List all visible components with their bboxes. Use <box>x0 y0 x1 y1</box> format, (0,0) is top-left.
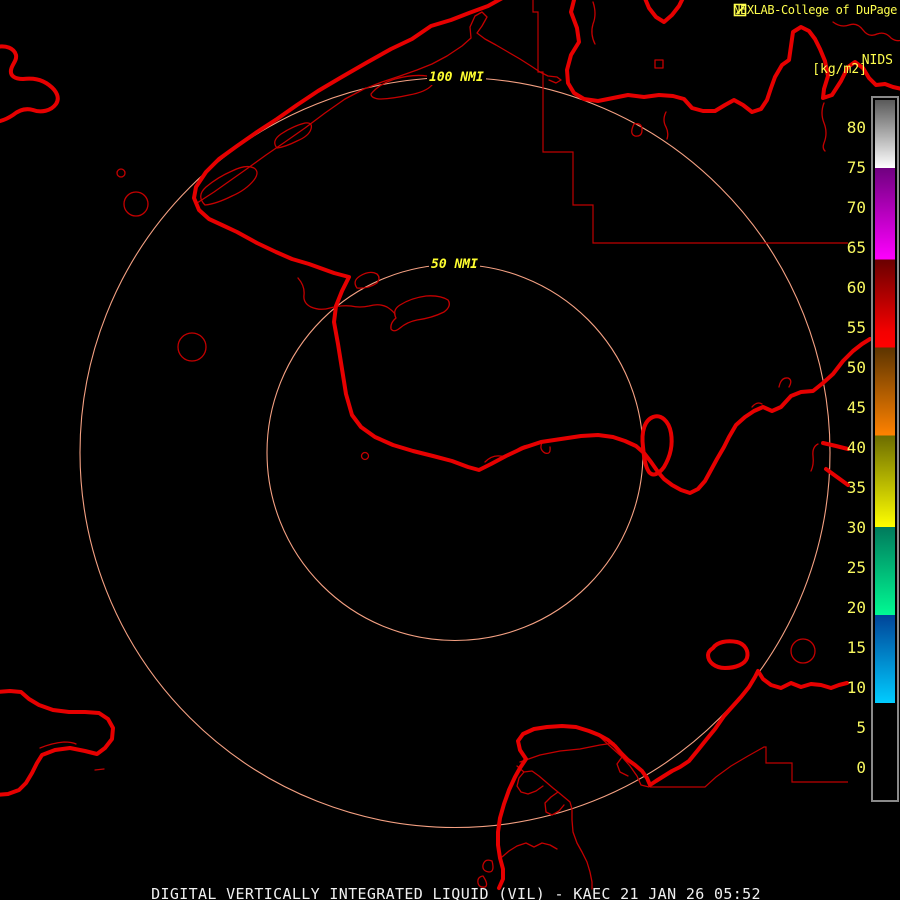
range-label-100nmi: 100 NMI <box>427 70 486 85</box>
range-ring-50nmi <box>266 263 644 642</box>
range-label-50nmi: 50 NMI <box>429 257 480 272</box>
radar-display: NEXLAB-College of DuPage NIDS [kg/m2] 80… <box>0 0 900 900</box>
colorbar-tick-40: 40 <box>846 438 866 457</box>
map-small-lake-3 <box>177 332 207 362</box>
colorbar-tick-10: 10 <box>846 678 866 697</box>
nexlab-logo-icon <box>733 3 747 17</box>
radar-map <box>0 0 900 890</box>
map-small-lake-4 <box>360 451 370 461</box>
colorbar-tick-25: 25 <box>846 558 866 577</box>
coast-southeast-islet <box>706 639 750 670</box>
status-bar: DIGITAL VERTICALLY INTEGRATED LIQUID (VI… <box>151 885 761 900</box>
map-small-lake-2 <box>123 191 149 217</box>
colorbar-tick-50: 50 <box>846 358 866 377</box>
colorbar-tick-55: 55 <box>846 318 866 337</box>
colorbar-tick-75: 75 <box>846 158 866 177</box>
colorbar-tick-65: 65 <box>846 238 866 257</box>
map-small-lake-5 <box>790 638 816 664</box>
page-title: NEXLAB-College of DuPage <box>733 3 897 17</box>
coast-claw <box>640 414 674 477</box>
map-small-lake-1 <box>116 168 126 178</box>
colorbar-tick-80: 80 <box>846 118 866 137</box>
colorbar-unit: [kg/m2] <box>812 62 867 77</box>
range-rings <box>79 76 831 829</box>
colorbar-tick-15: 15 <box>846 638 866 657</box>
coast-top-notch <box>643 0 685 24</box>
colorbar <box>871 96 899 802</box>
coast-topleft-blob <box>0 44 60 124</box>
colorbar-gradient <box>875 100 895 798</box>
colorbar-tick-60: 60 <box>846 278 866 297</box>
colorbar-tick-45: 45 <box>846 398 866 417</box>
colorbar-tick-0: 0 <box>856 758 866 777</box>
map-coastlines-thin <box>39 1 900 890</box>
colorbar-tick-30: 30 <box>846 518 866 537</box>
map-coastlines-thick <box>0 0 900 890</box>
colorbar-tick-20: 20 <box>846 598 866 617</box>
colorbar-tick-35: 35 <box>846 478 866 497</box>
colorbar-tick-5: 5 <box>856 718 866 737</box>
coast-right-stubs <box>821 441 850 487</box>
colorbar-tick-70: 70 <box>846 198 866 217</box>
header: NEXLAB-College of DuPage <box>733 3 897 17</box>
coast-south-island <box>496 669 849 890</box>
range-ring-100nmi <box>79 76 831 829</box>
